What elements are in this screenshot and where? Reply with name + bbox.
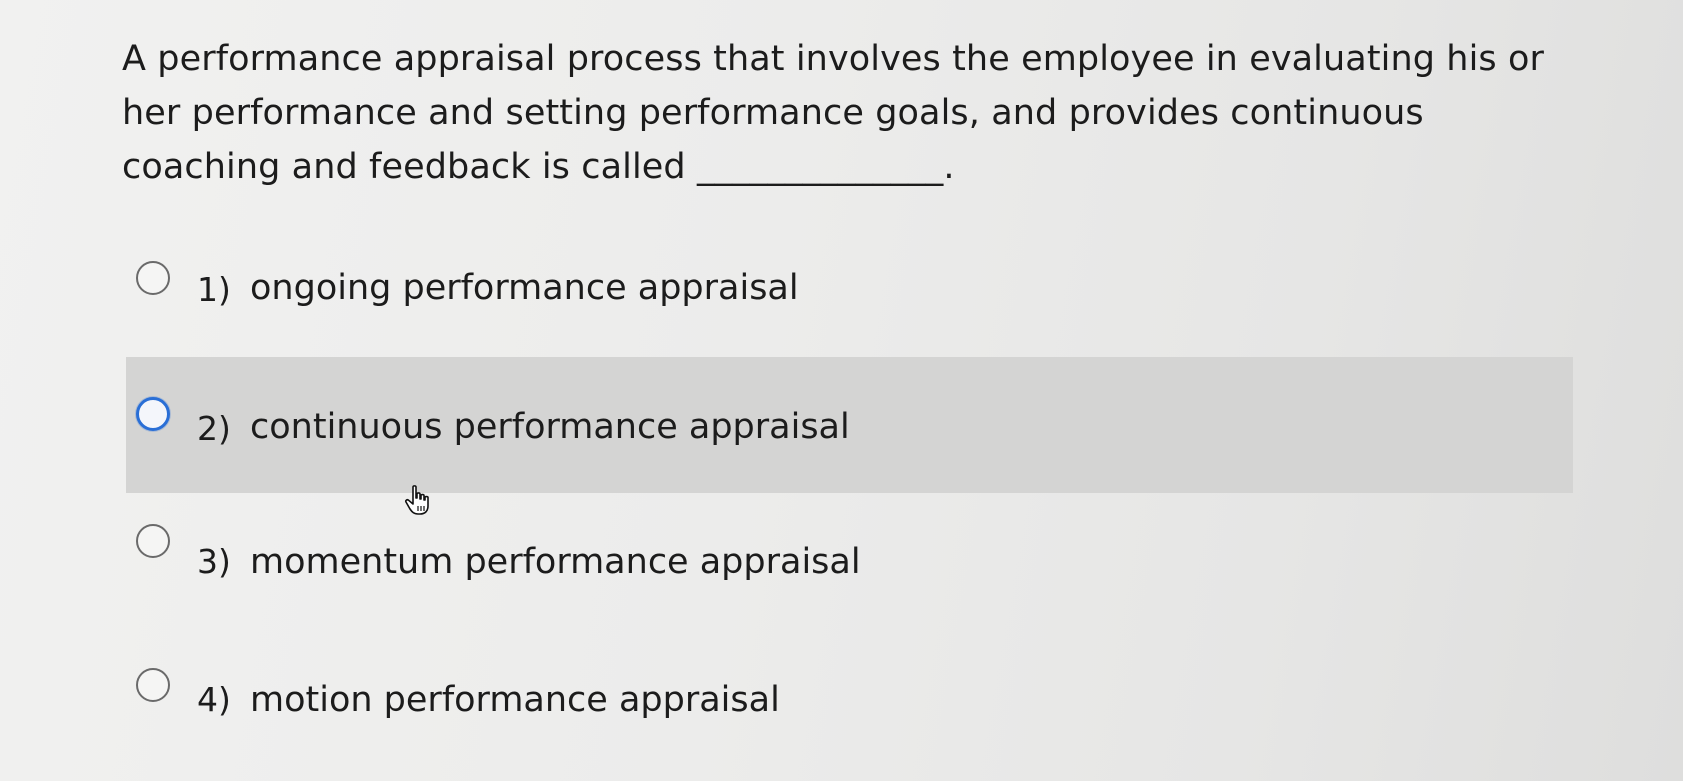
- option-label: momentum performance appraisal: [250, 542, 861, 582]
- answer-option-3[interactable]: 3) momentum performance appraisal: [0, 510, 1683, 646]
- option-label: ongoing performance appraisal: [250, 268, 799, 308]
- question-text: A performance appraisal process that inv…: [122, 39, 1544, 187]
- radio-button-icon[interactable]: [136, 261, 170, 295]
- answer-option-2[interactable]: 2) continuous performance appraisal: [0, 357, 1683, 493]
- hand-pointer-icon: [405, 485, 429, 515]
- option-number: 4): [197, 680, 231, 719]
- radio-button-icon[interactable]: [136, 524, 170, 558]
- quiz-screen: A performance appraisal process that inv…: [0, 0, 1683, 781]
- option-label: motion performance appraisal: [250, 680, 780, 720]
- answer-option-4[interactable]: 4) motion performance appraisal: [0, 644, 1683, 780]
- option-number: 2): [197, 409, 231, 448]
- option-label: continuous performance appraisal: [250, 407, 850, 447]
- radio-button-icon[interactable]: [136, 668, 170, 702]
- option-number: 3): [197, 542, 231, 581]
- option-number: 1): [197, 270, 231, 309]
- answer-option-1[interactable]: 1) ongoing performance appraisal: [0, 228, 1683, 364]
- radio-button-icon[interactable]: [136, 397, 170, 431]
